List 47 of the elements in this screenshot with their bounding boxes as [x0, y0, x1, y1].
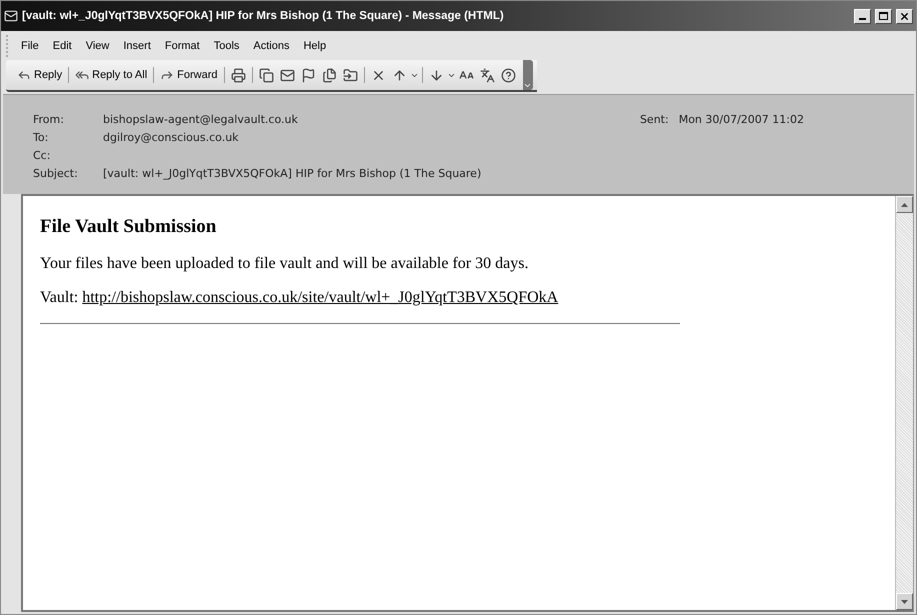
maximize-icon: [879, 12, 888, 20]
scroll-down-button[interactable]: [896, 593, 913, 610]
menu-item[interactable]: Format: [158, 40, 207, 52]
printer-icon[interactable]: [230, 68, 246, 82]
down-arrow-icon[interactable]: [428, 68, 444, 82]
scrollbar[interactable]: [895, 196, 913, 610]
field-label: Subject:: [33, 167, 79, 180]
folder-icon[interactable]: [342, 68, 358, 82]
down-triangle-icon: [901, 600, 908, 604]
toolbar-button[interactable]: Reply to All: [72, 65, 150, 85]
documents-icon[interactable]: [322, 68, 336, 82]
menu-item[interactable]: Tools: [206, 40, 246, 52]
close-button[interactable]: [896, 8, 913, 24]
toolbar-options-button[interactable]: [522, 60, 532, 90]
field-label: From:: [33, 113, 65, 126]
up-triangle-icon: [901, 202, 908, 206]
field-label: Cc:: [33, 149, 52, 162]
field-label: Sent:: [640, 113, 669, 126]
sender-address: bishopslaw-agent@legalvault.co.uk: [103, 113, 298, 126]
copy-icon[interactable]: [258, 68, 274, 82]
recipient-address: dgilroy@conscious.co.uk: [103, 131, 240, 144]
sent-date: Mon 30/07/2007 11:02: [678, 113, 804, 126]
menu-item[interactable]: File: [14, 40, 46, 52]
toolbar-button[interactable]: Reply: [14, 65, 66, 85]
menu-item[interactable]: View: [78, 40, 116, 52]
toolbar-button[interactable]: Forward: [157, 65, 220, 85]
translate-icon[interactable]: [480, 68, 494, 82]
menu-item[interactable]: Edit: [46, 40, 79, 52]
vault-link[interactable]: http://bishopslaw.conscious.co.uk/site/vault/wl+_J0glYqtT3BVX5QFOkA: [82, 289, 558, 306]
window-title: [vault: wl+_J0glYqtT3BVX5QFOkA] HIP for Mrs Bishop (1 The Square) - Message (HTML): [22, 10, 505, 22]
scroll-up-button[interactable]: [896, 196, 913, 213]
paragraph: Your files have been uploaded to file vault and will be available for 30 days.: [40, 255, 530, 273]
field-label: To:: [33, 131, 50, 144]
minimize-button[interactable]: [854, 8, 871, 24]
envelope-icon[interactable]: [280, 68, 294, 82]
subject-text: [vault: wl+_J0glYqtT3BVX5QFOkA] HIP for Mrs Bishop (1 The Square): [103, 167, 482, 180]
help-icon[interactable]: [500, 68, 516, 82]
chevron-icon: [523, 81, 532, 90]
maximize-button[interactable]: [875, 8, 892, 24]
envelope-icon: [4, 9, 18, 23]
menu-item[interactable]: Insert: [116, 40, 158, 52]
vault-label: Vault:: [40, 289, 80, 306]
close-icon: [899, 10, 910, 22]
flag-icon[interactable]: [300, 68, 316, 82]
menu-item[interactable]: Help: [296, 40, 334, 52]
heading: File Vault Submission: [40, 216, 218, 238]
menu-item[interactable]: Actions: [246, 40, 296, 52]
